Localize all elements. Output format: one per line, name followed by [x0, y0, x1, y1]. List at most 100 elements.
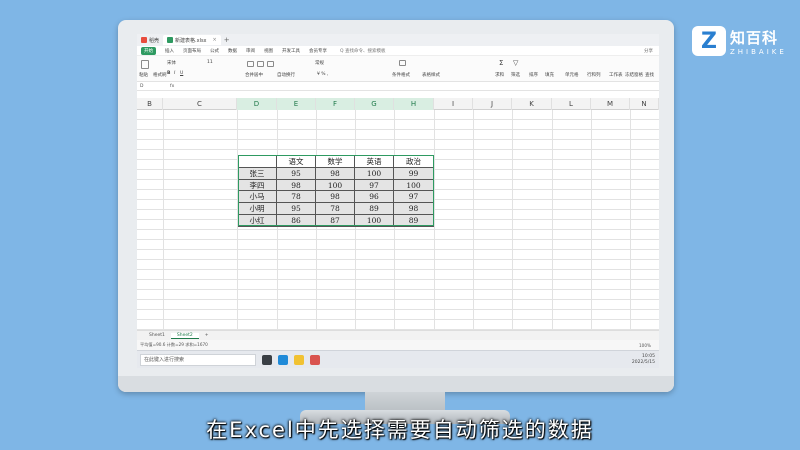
font-name-select[interactable]: 宋体 — [167, 60, 176, 66]
paste-button[interactable]: 粘贴 — [139, 72, 148, 78]
grid-line — [591, 110, 592, 340]
sort-button[interactable]: 排序 — [529, 72, 538, 78]
menu-member[interactable]: 会员专享 — [309, 48, 327, 54]
windows-taskbar: 在此键入进行搜索 10:05 2022/5/15 — [137, 350, 659, 368]
sheet-tab-2[interactable]: Sheet2 — [170, 332, 199, 339]
tab-workbook[interactable]: 新建表格.xlsx × — [163, 35, 221, 45]
add-sheet-button[interactable]: + — [199, 333, 215, 338]
grid-line — [630, 110, 631, 340]
close-icon[interactable]: × — [213, 37, 217, 43]
paste-icon[interactable] — [141, 60, 149, 69]
column-header[interactable]: D — [237, 98, 277, 110]
merge-center-button[interactable]: 合并居中 — [245, 72, 263, 78]
column-headers: B C D E F G H I J K L M N — [137, 98, 659, 110]
logo-cn: 知百科 — [730, 28, 779, 47]
video-subtitle: 在Excel中先选择需要自动筛选的数据 — [206, 418, 594, 442]
menu-review[interactable]: 审阅 — [246, 48, 255, 54]
column-header[interactable]: H — [394, 98, 434, 110]
zoom-level[interactable]: 100% — [639, 343, 651, 348]
conditional-format-icon[interactable] — [399, 60, 406, 66]
sheet-tab-bar: Sheet1 Sheet2 + — [137, 330, 659, 340]
docer-icon — [141, 37, 147, 43]
fx-icon[interactable]: fx — [170, 84, 174, 89]
cell-button[interactable]: 单元格 — [565, 72, 579, 78]
format-painter-button[interactable]: 格式刷 — [153, 72, 167, 78]
status-bar: 平均值=90.6 计数=29 求和=1670 100% — [137, 340, 659, 350]
wrap-text-button[interactable]: 自动换行 — [277, 72, 295, 78]
grid-line — [552, 110, 553, 340]
worksheet-button[interactable]: 工作表 — [609, 72, 623, 78]
formula-bar: D fx — [137, 82, 659, 91]
column-header[interactable]: J — [473, 98, 512, 110]
selection-border — [238, 155, 434, 226]
filter-icon[interactable]: ▽ — [513, 59, 518, 67]
logo-en: ZHIBAIKE — [730, 47, 787, 56]
align-left-icon[interactable] — [247, 61, 254, 67]
column-header[interactable]: M — [591, 98, 630, 110]
monitor-stand-neck — [365, 392, 445, 412]
column-header[interactable]: C — [163, 98, 237, 110]
bold-button[interactable]: B — [167, 71, 170, 76]
column-header[interactable]: E — [277, 98, 316, 110]
sum-icon[interactable]: Σ — [499, 59, 503, 67]
italic-button[interactable]: I — [174, 71, 175, 76]
monitor-chin — [118, 376, 674, 392]
zhibaike-logo: Z 知百科 ZHIBAIKE — [692, 26, 787, 56]
menu-data[interactable]: 数据 — [228, 48, 237, 54]
wps-office-icon[interactable] — [310, 354, 320, 365]
underline-button[interactable]: U — [180, 71, 183, 76]
font-size-select[interactable]: 11 — [207, 60, 213, 65]
clock-date: 2022/5/15 — [631, 359, 655, 365]
column-header[interactable]: F — [316, 98, 355, 110]
align-center-icon[interactable] — [257, 61, 264, 67]
taskbar-search-input[interactable]: 在此键入进行搜索 — [140, 353, 256, 366]
new-tab-button[interactable]: + — [224, 36, 230, 44]
logo-text: 知百科 ZHIBAIKE — [730, 27, 787, 56]
column-header[interactable]: N — [630, 98, 659, 110]
system-tray[interactable]: 10:05 2022/5/15 — [632, 354, 655, 366]
spreadsheet-icon — [167, 37, 174, 43]
menu-developer[interactable]: 开发工具 — [282, 48, 300, 54]
tab-docer[interactable]: 稻壳 — [137, 35, 163, 45]
column-header[interactable]: L — [552, 98, 591, 110]
menu-start[interactable]: 开始 — [141, 46, 156, 55]
name-box[interactable]: D — [140, 84, 166, 89]
freeze-panes-button[interactable]: 冻结窗格 — [625, 72, 643, 78]
grid-line — [163, 110, 164, 340]
column-header[interactable]: I — [434, 98, 473, 110]
fill-button[interactable]: 填充 — [545, 72, 554, 78]
command-search-input[interactable]: Q 查找命令、搜索模板 — [340, 48, 385, 54]
menu-bar: 开始 插入 页面布局 公式 数据 审阅 视图 开发工具 会员专享 Q 查找命令、… — [137, 46, 659, 56]
screen: 稻壳 新建表格.xlsx × + 开始 插入 页面布局 公式 数据 审阅 视图 … — [137, 34, 659, 368]
table-style-button[interactable]: 表格样式 — [422, 72, 440, 78]
percent-icon[interactable]: ¥ % , — [317, 72, 328, 77]
menu-insert[interactable]: 插入 — [165, 48, 174, 54]
logo-mark: Z — [692, 26, 726, 56]
align-right-icon[interactable] — [267, 61, 274, 67]
menu-formula[interactable]: 公式 — [210, 48, 219, 54]
title-tab-bar: 稻壳 新建表格.xlsx × + — [137, 34, 659, 46]
sheet-tab-1[interactable]: Sheet1 — [143, 333, 171, 338]
sum-button[interactable]: 求和 — [495, 72, 504, 78]
edge-browser-icon[interactable] — [278, 354, 288, 365]
status-summary: 平均值=90.6 计数=29 求和=1670 — [140, 342, 208, 347]
conditional-format-button[interactable]: 条件格式 — [392, 72, 410, 78]
row-col-button[interactable]: 行和列 — [587, 72, 601, 78]
column-header[interactable]: K — [512, 98, 552, 110]
column-header[interactable]: G — [355, 98, 394, 110]
column-header[interactable]: B — [137, 98, 163, 110]
grid-line — [512, 110, 513, 340]
filter-button[interactable]: 筛选 — [511, 72, 520, 78]
menu-page-layout[interactable]: 页面布局 — [183, 48, 201, 54]
tab-label: 稻壳 — [149, 37, 160, 44]
number-format-select[interactable]: 常规 — [315, 60, 324, 66]
tab-label: 新建表格.xlsx — [175, 37, 207, 44]
grid-line — [434, 110, 435, 340]
menu-view[interactable]: 视图 — [264, 48, 273, 54]
share-button[interactable]: 分享 — [644, 48, 653, 54]
file-explorer-icon[interactable] — [294, 354, 304, 365]
find-button[interactable]: 查找 — [645, 72, 654, 78]
grid-line — [473, 110, 474, 340]
task-view-icon[interactable] — [262, 354, 272, 365]
ribbon-toolbar: 粘贴 格式刷 宋体 11 B I U 合并居中 自动换行 常规 ¥ % , 条件… — [137, 56, 659, 82]
